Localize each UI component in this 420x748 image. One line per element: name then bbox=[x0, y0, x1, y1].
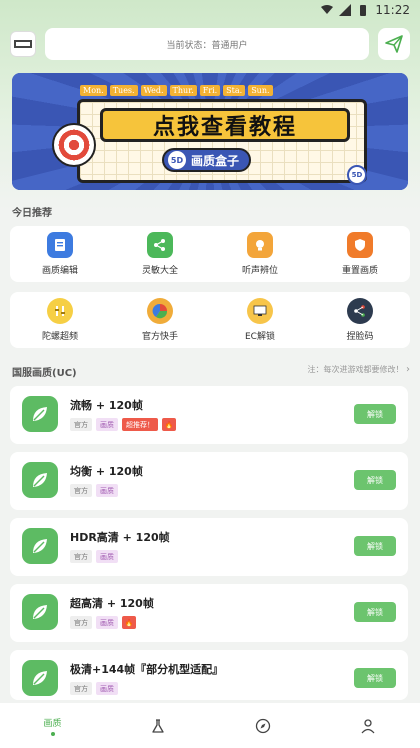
leaf-icon bbox=[22, 594, 58, 630]
tag-official: 官方 bbox=[70, 550, 92, 563]
leaf-icon bbox=[22, 528, 58, 564]
list-item[interactable]: HDR高清 + 120帧 官方 画质 解锁 bbox=[10, 518, 408, 576]
fire-icon: 🔥 bbox=[162, 418, 176, 431]
grid-item-quality-edit[interactable]: 画质编辑 bbox=[12, 232, 108, 276]
grid-item-sound-locate[interactable]: 听声辨位 bbox=[212, 232, 308, 276]
share-icon bbox=[147, 232, 173, 258]
wifi-icon bbox=[321, 5, 334, 14]
paper-plane-icon bbox=[385, 35, 403, 53]
national-section-title: 国服画质(UC) bbox=[12, 368, 77, 379]
unlock-button[interactable]: 解锁 bbox=[354, 668, 396, 688]
grid-item-sensitivity[interactable]: 灵敏大全 bbox=[112, 232, 208, 276]
list-item[interactable]: 流畅 + 120帧 官方 画质 超推荐！ 🔥 解锁 bbox=[10, 386, 408, 444]
national-note[interactable]: 注：每次进游戏都要修改！ › bbox=[307, 364, 410, 375]
tag-quality: 画质 bbox=[96, 484, 118, 497]
battery-icon bbox=[360, 5, 367, 16]
list-item[interactable]: 极清+144帧『部分机型适配』 官方 画质 解锁 bbox=[10, 650, 408, 700]
share-nodes-icon bbox=[347, 298, 373, 324]
unlock-button[interactable]: 解锁 bbox=[354, 470, 396, 490]
pie-chart-icon bbox=[147, 298, 173, 324]
unlock-button[interactable]: 解锁 bbox=[354, 602, 396, 622]
monitor-icon bbox=[247, 298, 273, 324]
grid-item-reset-quality[interactable]: 重置画质 bbox=[312, 232, 408, 276]
status-bar: 11:22 bbox=[0, 0, 420, 20]
nav-tab-lab[interactable] bbox=[118, 718, 198, 734]
unlock-button[interactable]: 解锁 bbox=[354, 536, 396, 556]
signal-icon bbox=[339, 4, 352, 16]
tag-quality: 画质 bbox=[96, 682, 118, 695]
user-icon bbox=[361, 718, 374, 733]
target-icon bbox=[52, 123, 96, 167]
tag-quality: 画质 bbox=[96, 550, 118, 563]
leaf-icon bbox=[22, 660, 58, 696]
tag-quality: 画质 bbox=[96, 616, 118, 629]
tutorial-banner[interactable]: Mon. Tues. Wed. Thur. Fri. Sta. Sun. 点我查… bbox=[12, 73, 408, 190]
tag-official: 官方 bbox=[70, 484, 92, 497]
leaf-icon bbox=[22, 462, 58, 498]
leaf-icon bbox=[22, 396, 58, 432]
tag-quality: 画质 bbox=[96, 418, 118, 431]
tag-recommend: 超推荐！ bbox=[122, 418, 158, 431]
compass-icon bbox=[255, 718, 270, 733]
banner-subtitle: 5D 画质盒子 bbox=[162, 148, 252, 172]
status-time: 11:22 bbox=[375, 3, 410, 17]
tag-official: 官方 bbox=[70, 418, 92, 431]
weekday-labels: Mon. Tues. Wed. Thur. Fri. Sta. Sun. bbox=[80, 85, 273, 96]
tag-official: 官方 bbox=[70, 616, 92, 629]
active-indicator bbox=[50, 731, 55, 736]
flask-icon bbox=[151, 718, 164, 733]
grid-item-ec-unlock[interactable]: EC解锁 bbox=[212, 298, 308, 342]
grid-item-gyro[interactable]: 陀螺超频 bbox=[12, 298, 108, 342]
lightbulb-icon bbox=[247, 232, 273, 258]
shield-icon bbox=[347, 232, 373, 258]
nav-tab-discover[interactable] bbox=[223, 718, 303, 734]
list-item[interactable]: 均衡 + 120帧 官方 画质 解锁 bbox=[10, 452, 408, 510]
gyro-icon bbox=[47, 298, 73, 324]
banner-title: 点我查看教程 bbox=[100, 108, 350, 142]
badge-5d: 5D bbox=[168, 151, 186, 169]
today-row-2: 陀螺超频 官方快手 EC解锁 捏脸码 bbox=[10, 292, 410, 348]
grid-item-face-code[interactable]: 捏脸码 bbox=[312, 298, 408, 342]
nav-tab-profile[interactable] bbox=[328, 718, 408, 734]
top-header: 当前状态：普通用户 bbox=[10, 28, 410, 60]
grid-item-official[interactable]: 官方快手 bbox=[112, 298, 208, 342]
today-section-title: 今日推荐 bbox=[12, 208, 52, 219]
app-logo-icon[interactable] bbox=[10, 31, 36, 57]
badge-5d-corner: 5D bbox=[347, 165, 367, 185]
list-item[interactable]: 超高清 + 120帧 官方 画质 🔥 解锁 bbox=[10, 584, 408, 642]
fire-icon: 🔥 bbox=[122, 616, 136, 629]
bottom-navigation: 画质 bbox=[0, 703, 420, 748]
nav-tab-quality[interactable]: 画质 bbox=[13, 716, 93, 736]
chevron-right-icon: › bbox=[406, 364, 410, 375]
send-button[interactable] bbox=[378, 28, 410, 60]
user-status: 当前状态：普通用户 bbox=[45, 28, 369, 60]
document-edit-icon bbox=[47, 232, 73, 258]
today-row-1: 画质编辑 灵敏大全 听声辨位 重置画质 bbox=[10, 226, 410, 282]
unlock-button[interactable]: 解锁 bbox=[354, 404, 396, 424]
tag-official: 官方 bbox=[70, 682, 92, 695]
